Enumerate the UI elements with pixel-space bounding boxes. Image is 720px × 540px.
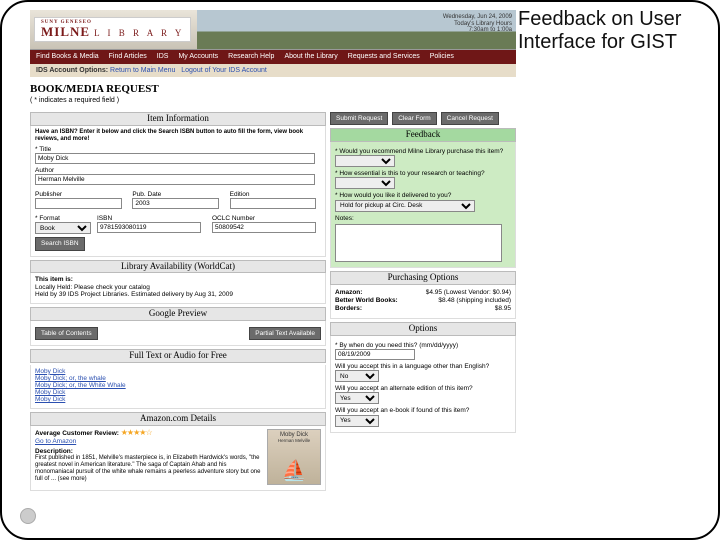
nav-item[interactable]: Policies [430,53,454,61]
nav-item[interactable]: Find Books & Media [36,53,99,61]
amazon-description: First published in 1851, Melville's mast… [35,455,263,483]
ebook-select[interactable]: Yes [335,415,379,427]
format-label: * Format [35,215,91,222]
submit-request-button[interactable]: Submit Request [330,112,388,125]
fulltext-link[interactable]: Moby Dick; or, the White Whale [35,382,321,389]
fulltext-head: Full Text or Audio for Free [30,349,326,363]
availability-head: Library Availability (WorldCat) [30,260,326,274]
alt-edition-select[interactable]: Yes [335,392,379,404]
action-buttons: Submit Request Clear Form Cancel Request [330,109,516,125]
item-info-block: Have an ISBN? Enter it below and click t… [30,126,326,256]
search-isbn-button[interactable]: Search ISBN [35,237,85,250]
subnav-main-menu[interactable]: Return to Main Menu [110,67,175,74]
purchasing-block: Amazon:$4.95 (Lowest Vendor: $0.94) Bett… [330,285,516,319]
fulltext-block: Moby Dick Moby Dick; or, the whale Moby … [30,365,326,410]
main-nav: Find Books & Media Find Articles IDS My … [30,50,516,64]
fulltext-link[interactable]: Moby Dick; or, the whale [35,375,321,382]
nav-item[interactable]: IDS [157,53,169,61]
logo-sub: L I B R A R Y [94,28,184,38]
preview-block: Table of Contents Partial Text Available [30,321,326,346]
required-note: ( * indicates a required field ) [30,97,516,105]
item-info-head: Item Information [30,112,326,126]
isbn-blurb: Have an ISBN? Enter it below and click t… [35,129,321,143]
gist-screenshot: SUNY GENESEO MILNEL I B R A R Y Wednesda… [30,10,516,526]
author-input[interactable] [35,174,315,185]
fulltext-link[interactable]: Moby Dick [35,389,321,396]
partial-text-button[interactable]: Partial Text Available [249,327,321,340]
preview-head: Google Preview [30,307,326,321]
nav-item[interactable]: Find Articles [109,53,147,61]
isbn-label: ISBN [97,215,206,222]
oclc-input[interactable] [212,222,316,233]
feedback-block: * Would you recommend Milne Library purc… [330,142,516,268]
title-label: * Title [35,146,321,153]
page-title: BOOK/MEDIA REQUEST [30,83,516,95]
amazon-block: Average Customer Review: ★★★★☆ Go to Ama… [30,426,326,491]
need-by-input[interactable] [335,349,415,360]
nav-item[interactable]: About the Library [284,53,337,61]
slide-annotation: Feedback on User Interface for GIST [518,8,708,54]
banner-meta: Wednesday, Jun 24, 2009 Today's Library … [443,14,512,34]
publisher-label: Publisher [35,191,126,198]
edition-label: Edition [230,191,321,198]
nav-item[interactable]: Requests and Services [348,53,420,61]
cancel-request-button[interactable]: Cancel Request [441,112,499,125]
fulltext-link[interactable]: Moby Dick [35,368,321,375]
availability-block: This item is: Locally Held: Please check… [30,273,326,303]
essential-select[interactable] [335,177,395,189]
account-subnav: IDS Account Options: Return to Main Menu… [30,64,516,78]
options-block: * By when do you need this? (mm/dd/yyyy)… [330,336,516,433]
fulltext-link[interactable]: Moby Dick [35,396,321,403]
recommend-select[interactable] [335,155,395,167]
site-logo[interactable]: SUNY GENESEO MILNEL I B R A R Y [34,17,191,43]
logo-main: MILNE [41,24,90,39]
notes-textarea[interactable] [335,224,502,262]
star-rating-icon: ★★★★☆ [121,428,152,437]
publisher-input[interactable] [35,198,122,209]
delivery-select[interactable]: Hold for pickup at Circ. Desk [335,200,475,212]
pubdate-input[interactable] [132,198,219,209]
toc-button[interactable]: Table of Contents [35,327,98,340]
book-cover-thumbnail[interactable]: Moby Dick Herman Melville [267,429,321,485]
isbn-input[interactable] [97,222,201,233]
slide-corner-dot [20,508,36,524]
amazon-head: Amazon.com Details [30,412,326,426]
purchasing-head: Purchasing Options [330,271,516,285]
subnav-logout[interactable]: Logout of Your IDS Account [181,67,267,74]
format-select[interactable]: Book [35,222,91,234]
edition-input[interactable] [230,198,317,209]
go-amazon-link[interactable]: Go to Amazon [35,438,76,445]
nav-item[interactable]: My Accounts [178,53,218,61]
clear-form-button[interactable]: Clear Form [392,112,437,125]
oclc-label: OCLC Number [212,215,321,222]
pubdate-label: Pub. Date [132,191,223,198]
site-banner: SUNY GENESEO MILNEL I B R A R Y Wednesda… [30,10,516,50]
nav-item[interactable]: Research Help [228,53,274,61]
title-input[interactable] [35,153,315,164]
author-label: Author [35,167,321,174]
feedback-head: Feedback [330,128,516,142]
options-head: Options [330,322,516,336]
other-language-select[interactable]: No [335,370,379,382]
